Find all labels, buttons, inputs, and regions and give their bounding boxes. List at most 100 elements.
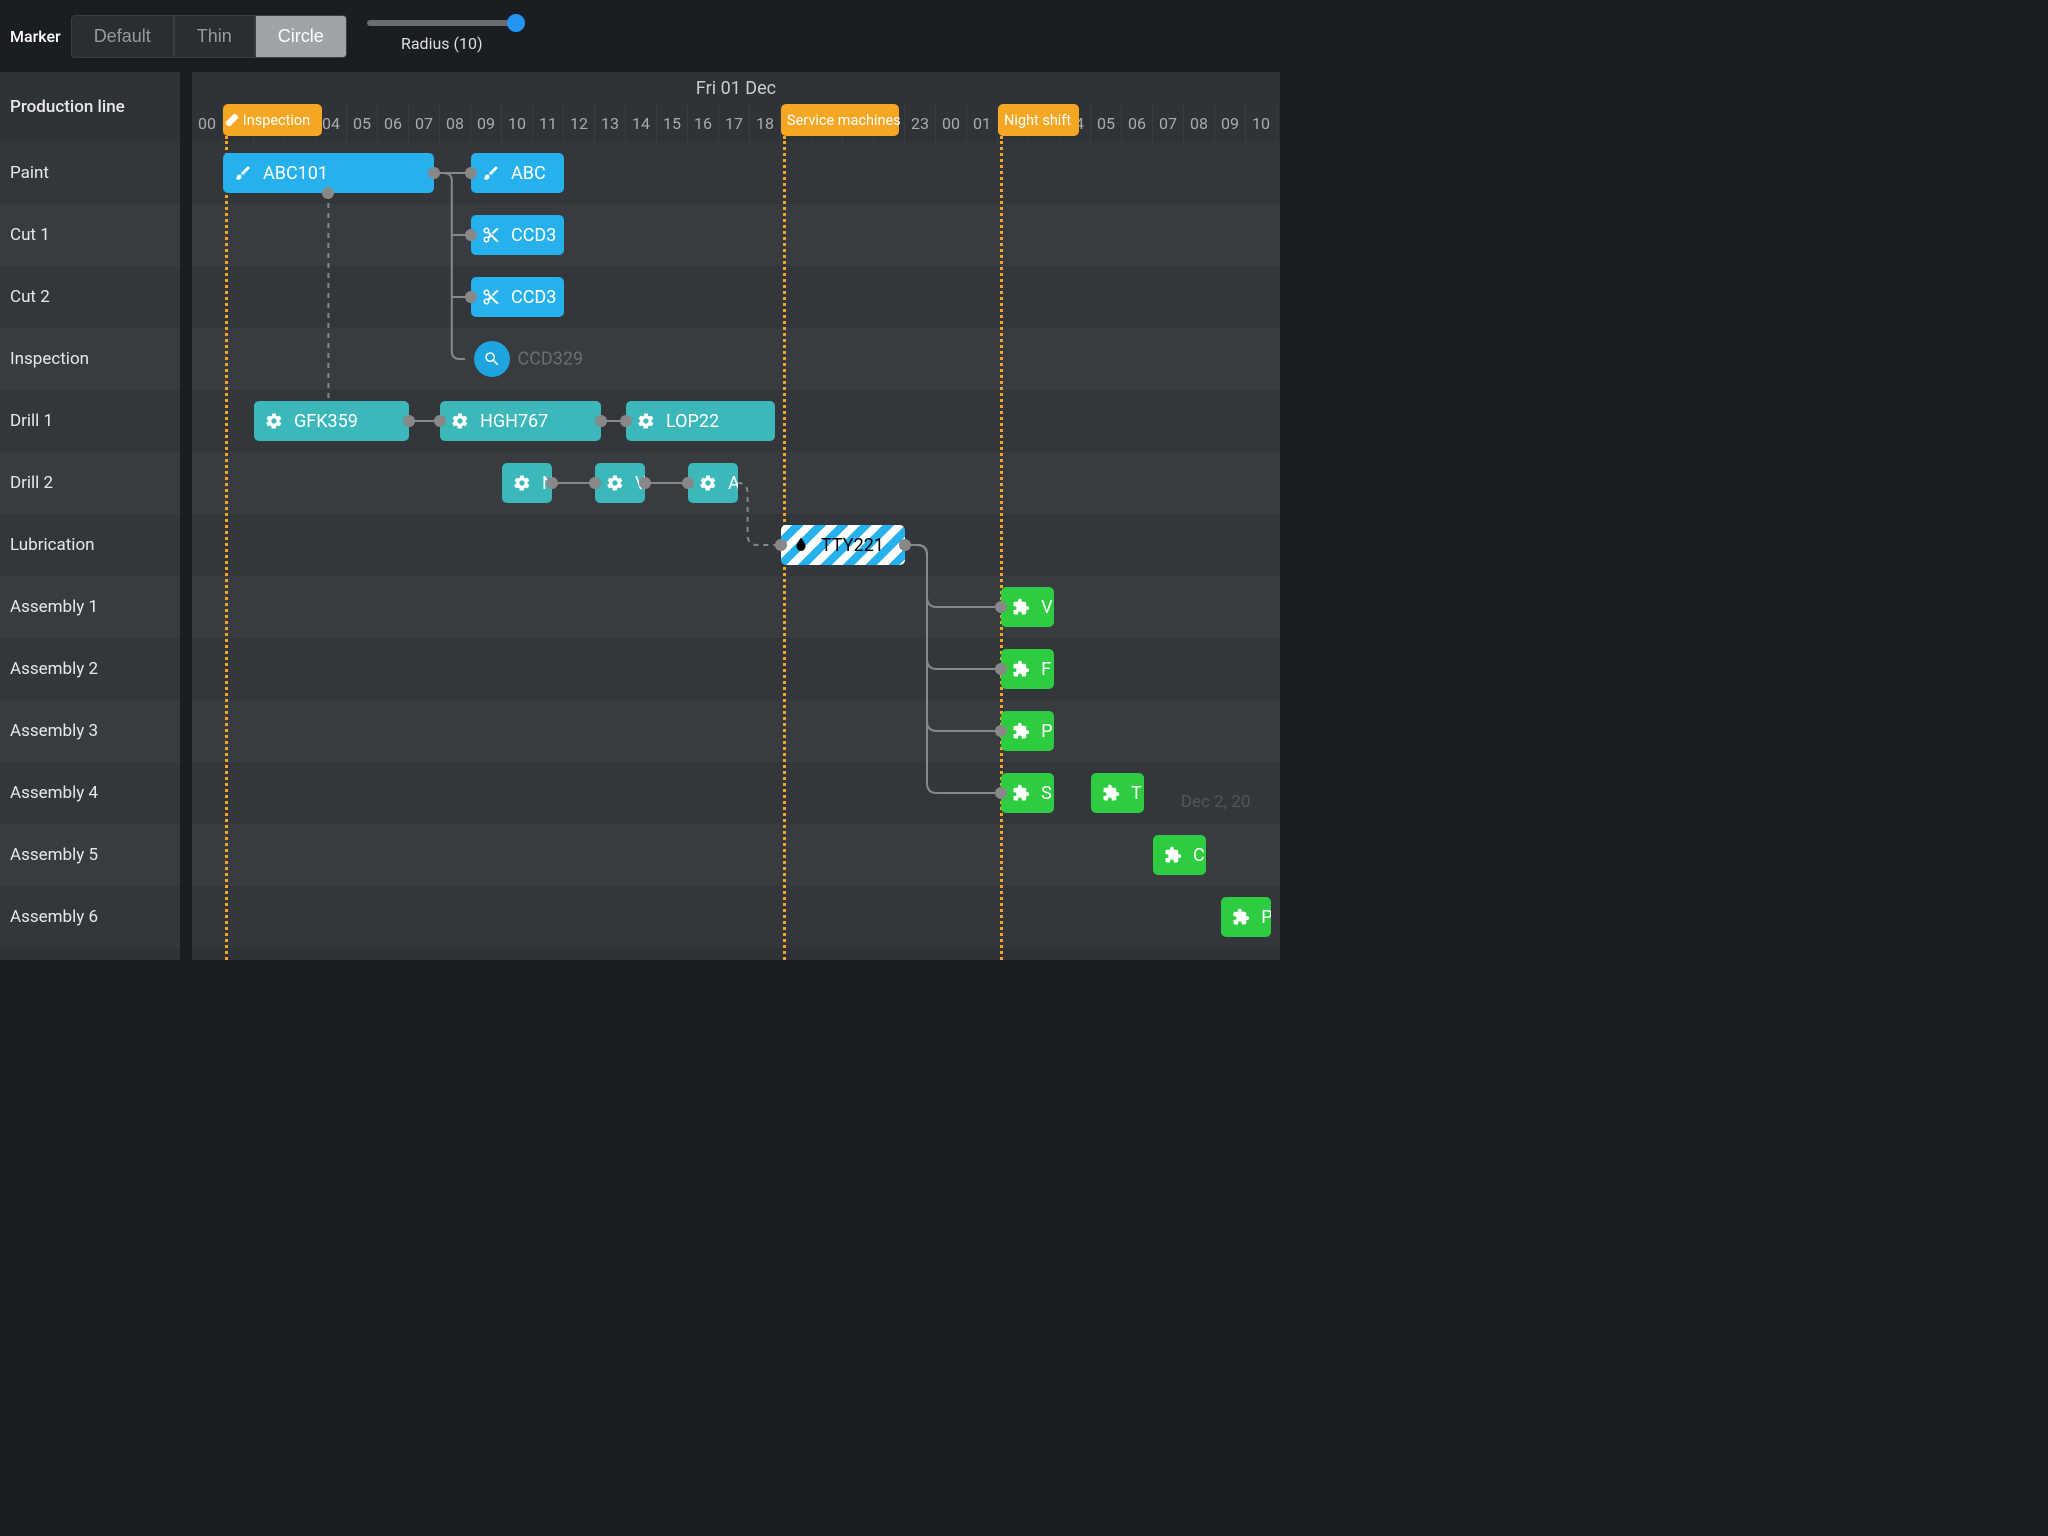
connector-endpoint[interactable] — [620, 415, 632, 427]
time-marker[interactable]: Service machines — [781, 104, 899, 136]
sidebar-row: Assembly 3 — [0, 700, 180, 762]
sidebar-row: Assembly 6 — [0, 886, 180, 948]
sidebar-row: Paint — [0, 142, 180, 204]
puzzle-icon — [1001, 660, 1041, 678]
hour-cell: 14 — [626, 104, 657, 142]
task-bar[interactable]: P — [1001, 711, 1054, 751]
task-label: ABC101 — [263, 163, 336, 184]
task-bar[interactable]: F — [1001, 649, 1054, 689]
task-label: C — [1193, 845, 1206, 866]
timeline-row: ABC101 ABC — [192, 142, 1280, 204]
marker-label: Inspection — [243, 112, 310, 129]
gear-icon — [254, 412, 294, 430]
milestone-circle[interactable] — [474, 341, 510, 377]
hour-cell: 08 — [440, 104, 471, 142]
task-bar[interactable]: S — [1001, 773, 1054, 813]
timeline-row: ST — [192, 762, 1280, 824]
task-bar[interactable]: N — [502, 463, 552, 503]
connector-endpoint[interactable] — [589, 477, 601, 489]
task-bar[interactable]: CCD3 — [471, 277, 564, 317]
task-bar[interactable]: V — [595, 463, 645, 503]
hour-cell: 01 — [967, 104, 998, 142]
splitter[interactable] — [180, 72, 192, 960]
task-bar[interactable]: V — [1001, 587, 1054, 627]
hour-cell: 06 — [378, 104, 409, 142]
connector-endpoint[interactable] — [995, 787, 1007, 799]
task-label: CCD3 — [511, 287, 564, 308]
sidebar-row: Inspection — [0, 328, 180, 390]
timeline-row: C — [192, 824, 1280, 886]
scissors-icon — [471, 288, 511, 306]
marker-thin-button[interactable]: Thin — [174, 15, 255, 58]
hour-cell: 05 — [1091, 104, 1122, 142]
connector-endpoint[interactable] — [682, 477, 694, 489]
connector-endpoint[interactable] — [995, 601, 1007, 613]
timeline-row: CCD329 — [192, 328, 1280, 390]
radius-slider[interactable] — [367, 20, 517, 26]
sidebar-header: Production line — [0, 72, 180, 142]
hour-cell: 23 — [905, 104, 936, 142]
timeline-body: ABC101 ABC CCD3 CCD3 CCD329 GFK359 HGH767 LOP22… — [192, 142, 1280, 948]
task-bar[interactable]: CCD3 — [471, 215, 564, 255]
sidebar-row: Cut 1 — [0, 204, 180, 266]
hour-cell: 10 — [502, 104, 533, 142]
task-bar[interactable]: GFK359 — [254, 401, 409, 441]
hour-cell: 09 — [471, 104, 502, 142]
hour-cell: 06 — [1122, 104, 1153, 142]
connector-endpoint[interactable] — [995, 663, 1007, 675]
connector-endpoint[interactable] — [639, 477, 651, 489]
marker-button-group: Default Thin Circle — [71, 15, 347, 58]
task-bar[interactable]: T — [1091, 773, 1144, 813]
task-label: GFK359 — [294, 411, 366, 432]
connector-endpoint[interactable] — [995, 725, 1007, 737]
hour-cell: 17 — [719, 104, 750, 142]
task-bar[interactable]: HGH767 — [440, 401, 601, 441]
task-label: LOP22 — [666, 411, 727, 432]
marker-label: Night shift — [1004, 112, 1071, 129]
task-bar[interactable]: LOP22 — [626, 401, 775, 441]
task-label: T — [1131, 783, 1144, 804]
connector-endpoint[interactable] — [546, 477, 558, 489]
connector-endpoint[interactable] — [428, 167, 440, 179]
radius-slider-thumb[interactable] — [507, 14, 525, 32]
connector-endpoint[interactable] — [465, 229, 477, 241]
connector-endpoint[interactable] — [434, 415, 446, 427]
marker-default-button[interactable]: Default — [71, 15, 174, 58]
marker-circle-button[interactable]: Circle — [255, 15, 347, 58]
connector-endpoint[interactable] — [403, 415, 415, 427]
connector-endpoint[interactable] — [465, 291, 477, 303]
date-label: Fri 01 Dec — [192, 72, 1280, 104]
connector-endpoint[interactable] — [775, 539, 787, 551]
puzzle-icon — [1001, 598, 1041, 616]
connector-endpoint[interactable] — [595, 415, 607, 427]
task-bar[interactable]: ABC — [471, 153, 564, 193]
puzzle-icon — [1153, 846, 1193, 864]
sidebar-row: Assembly 1 — [0, 576, 180, 638]
hour-cell: 13 — [595, 104, 626, 142]
task-bar[interactable]: A — [688, 463, 738, 503]
scissors-icon — [471, 226, 511, 244]
task-label: P — [1041, 721, 1054, 742]
hour-cell: 07 — [1153, 104, 1184, 142]
time-marker[interactable]: Inspection — [223, 104, 322, 136]
task-label: A — [728, 473, 738, 494]
task-label: S — [1041, 783, 1054, 804]
task-label: P — [1261, 907, 1271, 928]
task-bar[interactable]: TTY221 — [781, 525, 905, 565]
sidebar-row: Drill 1 — [0, 390, 180, 452]
radius-slider-container: Radius (10) — [367, 20, 517, 53]
diamond-icon — [225, 113, 239, 127]
hour-cell: 12 — [564, 104, 595, 142]
task-bar[interactable]: P — [1221, 897, 1271, 937]
connector-endpoint[interactable] — [322, 187, 334, 199]
time-marker[interactable]: Night shift — [998, 104, 1079, 136]
gear-icon — [502, 474, 542, 492]
resource-sidebar: Production line PaintCut 1Cut 2Inspectio… — [0, 72, 180, 960]
secondary-date-hint: Dec 2, 20 — [1181, 792, 1251, 812]
hour-cell: 18 — [750, 104, 781, 142]
connector-endpoint[interactable] — [899, 539, 911, 551]
connector-endpoint[interactable] — [465, 167, 477, 179]
timeline[interactable]: Fri 01 Dec 00010203040506070809101112131… — [192, 72, 1280, 960]
gear-icon — [688, 474, 728, 492]
task-bar[interactable]: C — [1153, 835, 1206, 875]
